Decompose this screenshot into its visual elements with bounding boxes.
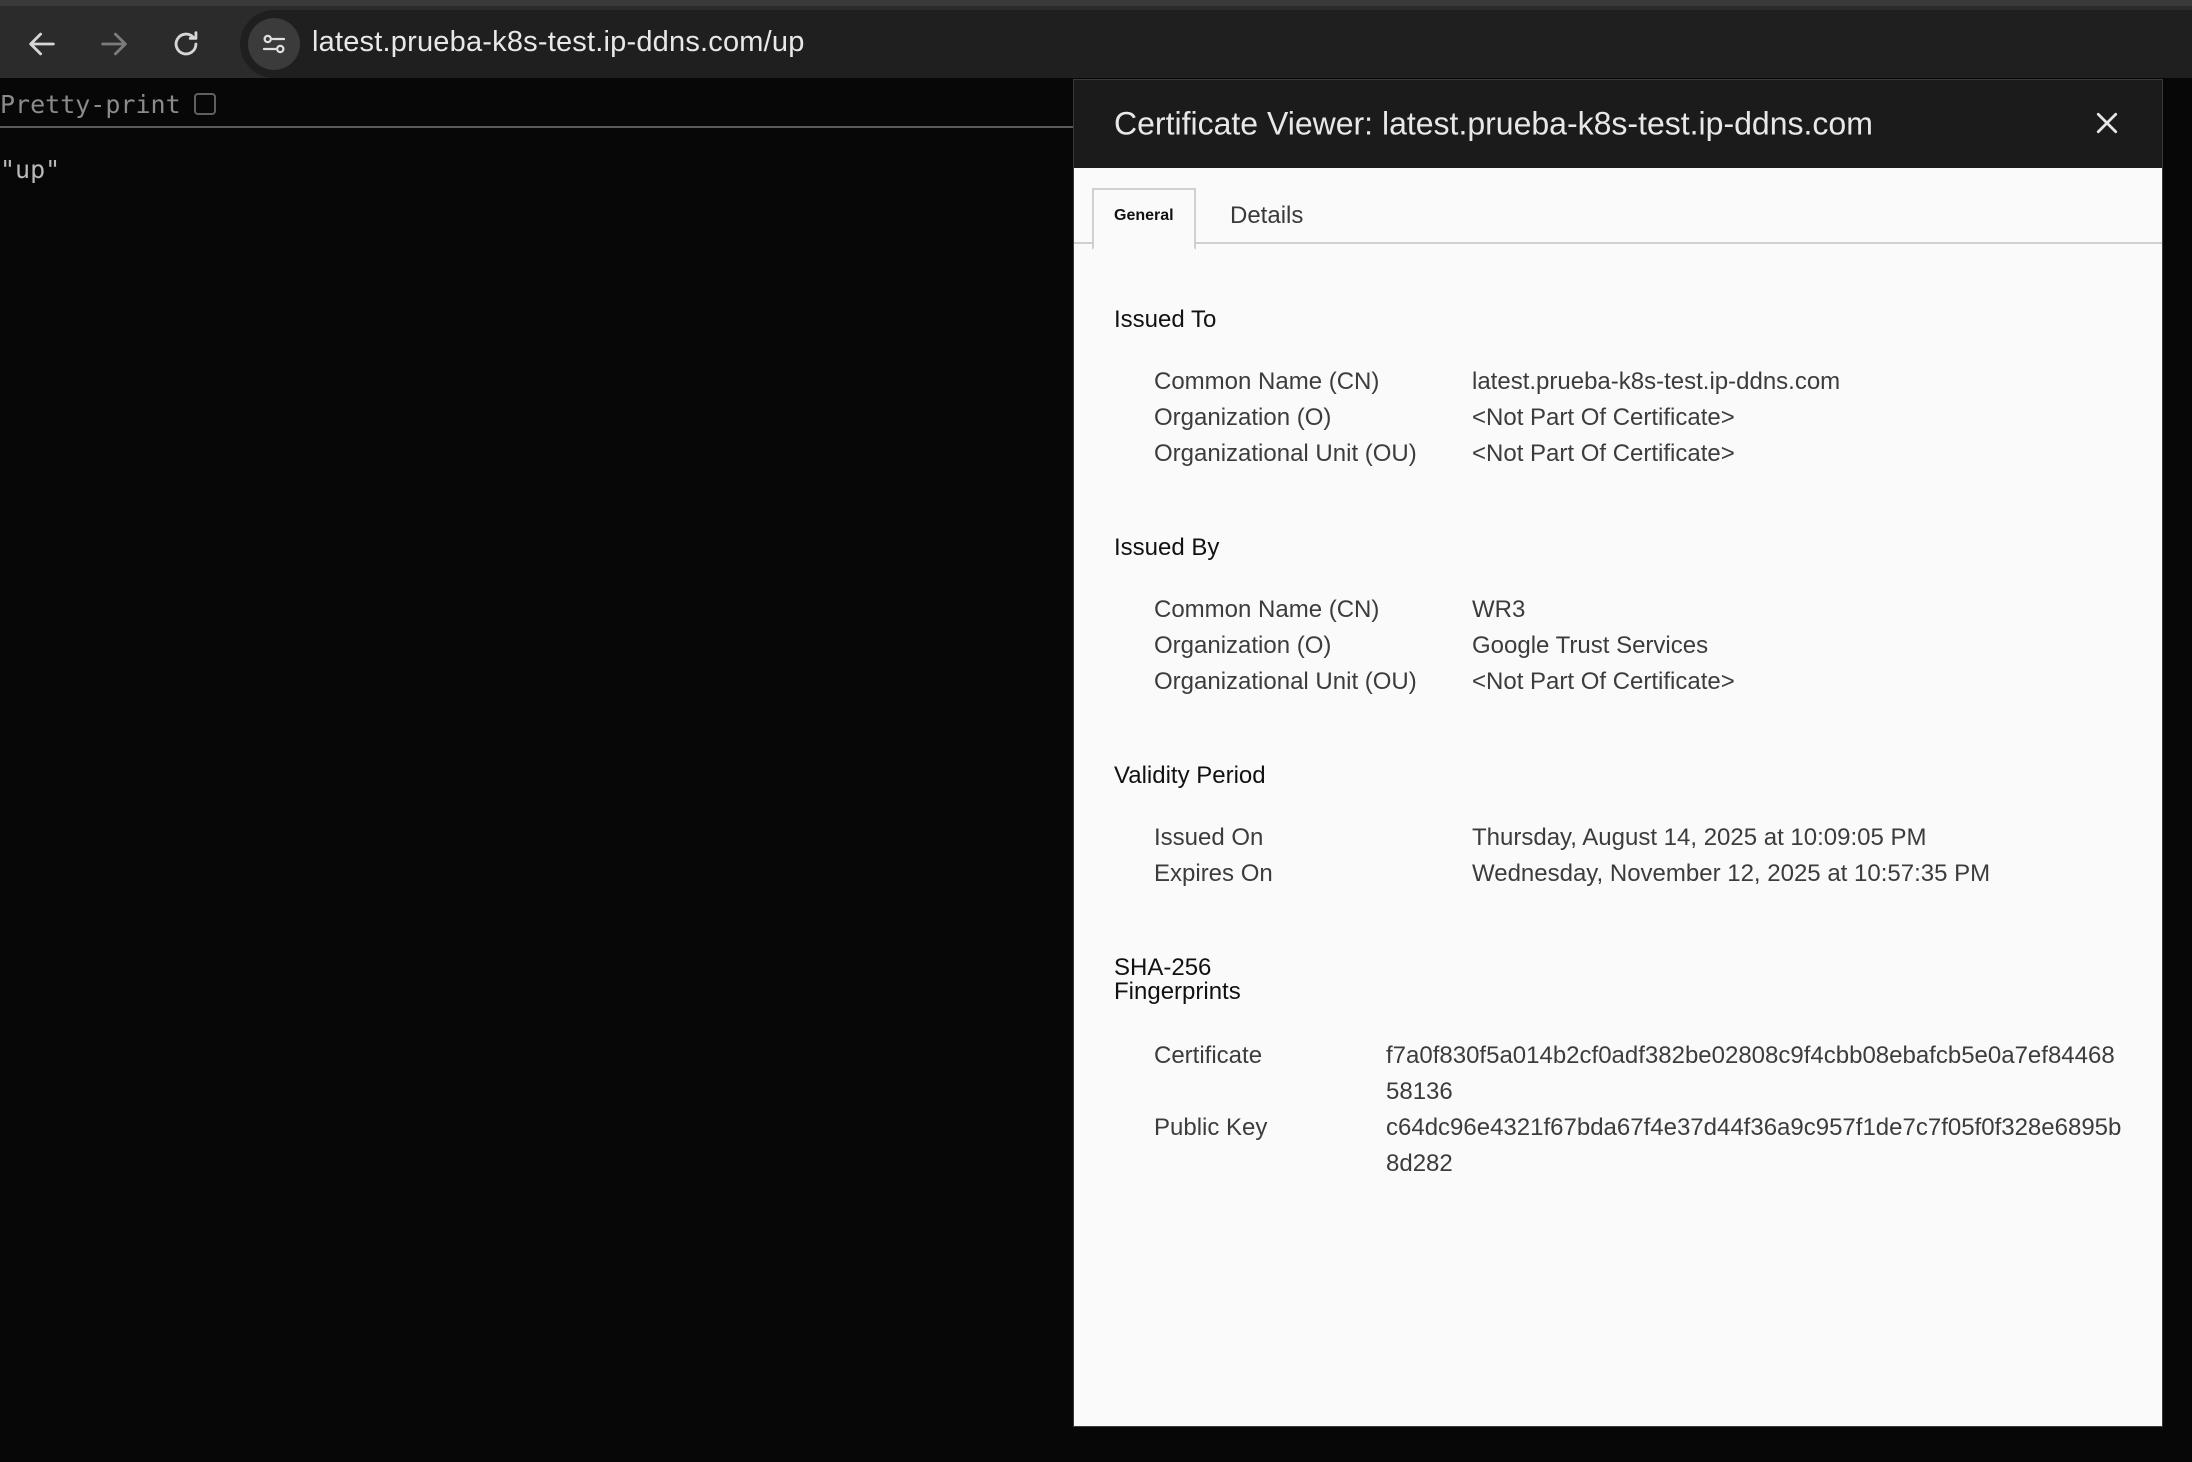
reload-button[interactable] [158,16,214,72]
row-label: Organizational Unit (OU) [1154,668,1417,695]
row-value: Google Trust Services [1472,632,1709,659]
row-label: Issued On [1154,824,1264,851]
row-label: Common Name (CN) [1154,368,1380,395]
row-value: WR3 [1472,596,1526,623]
row-value: <Not Part Of Certificate> [1472,668,1735,695]
forward-button[interactable] [86,16,142,72]
browser-toolbar: latest.prueba-k8s-test.ip-ddns.com/up [0,0,2192,78]
row-label: Organization (O) [1154,632,1332,659]
row-label: Organization (O) [1154,404,1332,431]
row-label: Certificate [1154,1042,1263,1069]
row-label: Common Name (CN) [1154,596,1380,623]
pretty-print-label: Pretty-print [0,90,181,119]
site-info-button[interactable] [248,18,300,70]
url-text[interactable]: latest.prueba-k8s-test.ip-ddns.com/up [312,26,805,59]
arrow-right-icon [101,32,127,56]
row-value: Wednesday, November 12, 2025 at 10:57:35… [1472,860,1991,887]
fingerprints-heading: SHA-256 Fingerprints [1114,956,1241,1004]
row-value: Thursday, August 14, 2025 at 10:09:05 PM [1472,824,1927,851]
certificate-viewer-dialog: Certificate Viewer: latest.prueba-k8s-te… [1074,80,2162,1426]
pretty-print-checkbox[interactable] [194,93,216,115]
row-label: Expires On [1154,860,1273,887]
row-value: <Not Part Of Certificate> [1472,440,1735,467]
arrow-left-icon [29,32,55,56]
row-value: c64dc96e4321f67bda67f4e37d44f36a9c957f1d… [1386,1114,2122,1177]
dialog-header: Certificate Viewer: latest.prueba-k8s-te… [1074,80,2162,168]
tab-details[interactable]: Details [1210,192,1323,238]
back-button[interactable] [14,16,70,72]
row-label: Organizational Unit (OU) [1154,440,1417,467]
row-value: latest.prueba-k8s-test.ip-ddns.com [1472,368,1841,395]
issued-to-heading: Issued To [1114,306,1217,333]
issued-by-heading: Issued By [1114,534,1220,561]
fingerprints-heading-line1: SHA-256 [1114,954,1212,981]
close-icon[interactable] [2092,108,2122,138]
row-label: Public Key [1154,1114,1268,1141]
tune-icon [262,34,286,54]
tab-general[interactable]: General [1092,188,1196,250]
address-bar[interactable]: latest.prueba-k8s-test.ip-ddns.com/up [240,10,2192,78]
pretty-print-bar: Pretty-print [0,78,1080,128]
fingerprints-heading-line2: Fingerprints [1114,978,1241,1005]
response-body: "up" [0,155,61,184]
reload-icon [174,31,198,56]
row-value: f7a0f830f5a014b2cf0adf382be02808c9f4cbb0… [1386,1042,2115,1105]
dialog-title: Certificate Viewer: latest.prueba-k8s-te… [1114,105,1873,142]
row-value: <Not Part Of Certificate> [1472,404,1735,431]
validity-heading: Validity Period [1114,762,1266,789]
